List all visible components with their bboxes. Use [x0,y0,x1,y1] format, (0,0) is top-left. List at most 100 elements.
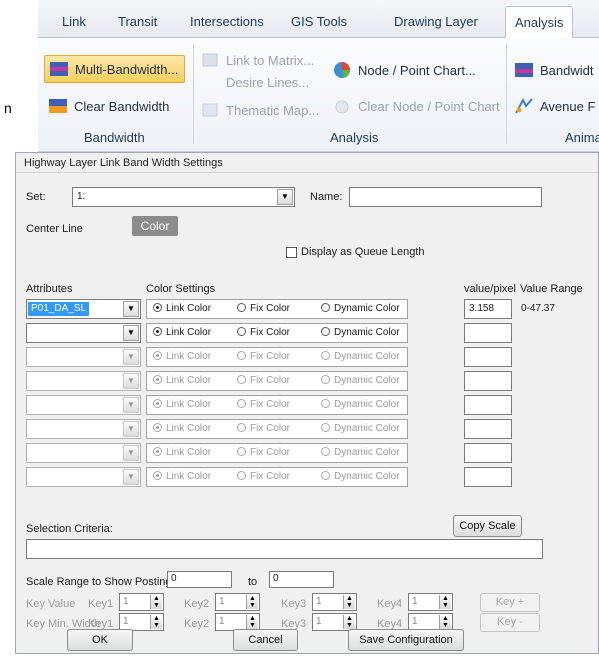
radio-button-icon[interactable] [153,303,162,312]
tab-link[interactable]: Link [62,14,86,29]
color-mode-radio[interactable]: Fix Color [237,399,290,410]
value-pixel-input[interactable] [464,347,512,367]
color-mode-radio[interactable]: Dynamic Color [321,327,400,338]
radio-button-icon[interactable] [321,327,330,336]
color-mode-radio[interactable]: Link Color [153,423,211,434]
name-input[interactable] [349,187,542,207]
value-pixel-input[interactable] [464,467,512,487]
radio-button-icon[interactable] [153,423,162,432]
chevron-down-icon[interactable]: ▼ [123,301,139,317]
value-pixel-input[interactable] [464,443,512,463]
radio-button-icon[interactable] [237,327,246,336]
spinner-arrows-icon[interactable]: ▲ ▼ [343,615,355,629]
radio-button-icon[interactable] [153,375,162,384]
radio-button-icon[interactable] [237,351,246,360]
attribute-dropdown[interactable]: ▼ [26,371,141,391]
key-value-spinner[interactable]: 1 ▲ ▼ [215,593,260,611]
key-value-spinner[interactable]: 1 ▲ ▼ [312,593,357,611]
color-mode-radio[interactable]: Dynamic Color [321,399,400,410]
radio-button-icon[interactable] [321,423,330,432]
chevron-down-icon[interactable]: ▼ [123,373,139,389]
radio-button-icon[interactable] [153,447,162,456]
selection-criteria-input[interactable] [26,539,543,559]
color-mode-radio[interactable]: Link Color [153,303,211,314]
link-to-matrix-button[interactable]: Link to Matrix... [200,46,314,74]
attribute-dropdown[interactable]: ▼ [26,323,141,343]
radio-button-icon[interactable] [153,399,162,408]
value-pixel-input[interactable]: 3.158 [464,299,512,319]
color-mode-radio[interactable]: Link Color [153,327,211,338]
tab-analysis[interactable]: Analysis [505,6,574,39]
radio-button-icon[interactable] [321,447,330,456]
scale-range-from-input[interactable]: 0 [167,571,232,588]
chevron-down-icon[interactable]: ▼ [123,445,139,461]
attribute-dropdown[interactable]: ▼ [26,395,141,415]
color-mode-radio[interactable]: Fix Color [237,327,290,338]
value-pixel-input[interactable] [464,371,512,391]
chevron-down-icon[interactable]: ▼ [123,349,139,365]
attribute-dropdown[interactable]: ▼ [26,347,141,367]
attribute-dropdown[interactable]: ▼ [26,467,141,487]
clear-node-point-chart-button[interactable]: Clear Node / Point Chart [332,92,500,120]
color-mode-radio[interactable]: Link Color [153,375,211,386]
chevron-down-icon[interactable]: ▼ [277,189,293,205]
ok-button[interactable]: OK [67,629,133,651]
copy-scale-button[interactable]: Copy Scale [453,515,522,537]
multi-bandwidth-button[interactable]: Multi-Bandwidth... [44,55,186,83]
value-pixel-input[interactable] [464,419,512,439]
radio-button-icon[interactable] [321,303,330,312]
color-mode-radio[interactable]: Fix Color [237,423,290,434]
key-value-spinner[interactable]: 1 ▲ ▼ [408,593,453,611]
scale-range-to-input[interactable]: 0 [269,571,334,588]
radio-button-icon[interactable] [237,375,246,384]
desire-lines-button[interactable]: Desire Lines... [226,72,309,92]
spinner-arrows-icon[interactable]: ▲ ▼ [150,615,162,629]
spinner-arrows-icon[interactable]: ▲ ▼ [150,595,162,609]
color-mode-radio[interactable]: Link Color [153,351,211,362]
radio-button-icon[interactable] [237,399,246,408]
spinner-arrows-icon[interactable]: ▲ ▼ [439,615,451,629]
color-mode-radio[interactable]: Fix Color [237,471,290,482]
radio-button-icon[interactable] [153,351,162,360]
color-mode-radio[interactable]: Dynamic Color [321,351,400,362]
avenue-button[interactable]: Avenue F [514,92,595,120]
spinner-arrows-icon[interactable]: ▲ ▼ [343,595,355,609]
cancel-button[interactable]: Cancel [233,629,298,651]
tab-transit[interactable]: Transit [118,14,157,29]
radio-button-icon[interactable] [237,303,246,312]
radio-button-icon[interactable] [153,327,162,336]
thematic-map-button[interactable]: Thematic Map... [200,96,319,124]
color-mode-radio[interactable]: Dynamic Color [321,447,400,458]
radio-button-icon[interactable] [237,471,246,480]
color-mode-radio[interactable]: Link Color [153,447,211,458]
attribute-dropdown[interactable]: ▼ [26,443,141,463]
key-value-spinner[interactable]: 1 ▲ ▼ [119,593,164,611]
attribute-dropdown[interactable]: P01_DA_SL ▼ [26,299,141,319]
key-plus-button[interactable]: Key + [480,593,540,612]
chevron-down-icon[interactable]: ▼ [123,325,139,341]
color-mode-radio[interactable]: Dynamic Color [321,375,400,386]
color-mode-radio[interactable]: Fix Color [237,447,290,458]
radio-button-icon[interactable] [153,471,162,480]
spinner-arrows-icon[interactable]: ▲ ▼ [246,615,258,629]
value-pixel-input[interactable] [464,323,512,343]
chevron-down-icon[interactable]: ▼ [123,469,139,485]
color-mode-radio[interactable]: Link Color [153,399,211,410]
radio-button-icon[interactable] [321,399,330,408]
chevron-down-icon[interactable]: ▼ [123,421,139,437]
radio-button-icon[interactable] [237,447,246,456]
color-mode-radio[interactable]: Fix Color [237,375,290,386]
color-mode-radio[interactable]: Dynamic Color [321,423,400,434]
radio-button-icon[interactable] [321,471,330,480]
color-mode-radio[interactable]: Dynamic Color [321,303,400,314]
bandwidth-animation-button[interactable]: Bandwidt [514,56,593,84]
node-point-chart-button[interactable]: Node / Point Chart... [332,56,476,84]
value-pixel-input[interactable] [464,395,512,415]
key-minus-button[interactable]: Key - [480,613,540,632]
spinner-arrows-icon[interactable]: ▲ ▼ [246,595,258,609]
clear-bandwidth-button[interactable]: Clear Bandwidth [48,92,169,120]
color-mode-radio[interactable]: Dynamic Color [321,471,400,482]
queue-length-checkbox[interactable] [286,247,297,258]
set-dropdown[interactable]: 1: ▼ [72,187,295,207]
radio-button-icon[interactable] [321,351,330,360]
